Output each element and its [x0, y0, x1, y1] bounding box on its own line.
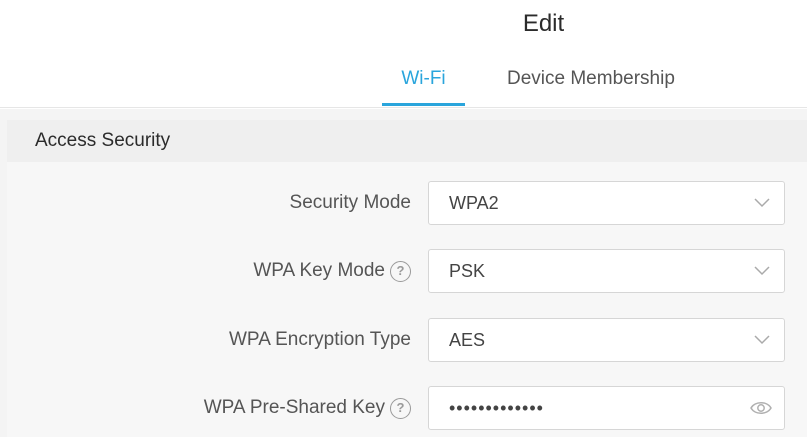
section-title: Access Security	[7, 120, 807, 162]
security-mode-label-text: Security Mode	[289, 192, 411, 213]
security-mode-value: WPA2	[449, 193, 499, 213]
wpa-key-mode-select[interactable]: PSK	[428, 249, 785, 293]
chevron-down-icon	[754, 198, 770, 208]
eye-icon[interactable]	[750, 399, 772, 417]
dialog-header: Edit Wi-Fi Device Membership	[0, 0, 807, 108]
wpa-key-mode-row: WPA Key Mode ? PSK	[7, 249, 807, 293]
wpa-encryption-type-select[interactable]: AES	[428, 318, 785, 362]
password-value: •••••••••••••	[449, 398, 544, 418]
wpa-encryption-type-label-text: WPA Encryption Type	[229, 329, 411, 350]
help-circle-icon[interactable]: ?	[390, 260, 411, 282]
tab-device-membership[interactable]: Device Membership	[507, 66, 675, 106]
wpa-key-mode-label-text: WPA Key Mode	[253, 260, 385, 281]
wpa-encryption-type-value: AES	[449, 330, 486, 350]
chevron-down-icon	[754, 335, 770, 345]
wpa-pre-shared-key-label-text: WPA Pre-Shared Key	[203, 397, 385, 418]
security-mode-row: Security Mode WPA2	[7, 181, 807, 225]
wpa-key-mode-value: PSK	[449, 261, 486, 281]
access-security-section: Access Security Security Mode WPA2 WPA K…	[7, 120, 807, 437]
tab-wifi[interactable]: Wi-Fi	[382, 66, 465, 106]
wpa-pre-shared-key-input[interactable]: •••••••••••••	[428, 386, 785, 430]
wpa-encryption-type-label: WPA Encryption Type	[229, 318, 411, 362]
chevron-down-icon	[754, 266, 770, 276]
help-circle-icon[interactable]: ?	[390, 397, 411, 419]
wpa-encryption-type-row: WPA Encryption Type AES	[7, 318, 807, 362]
dialog-body: Access Security Security Mode WPA2 WPA K…	[0, 109, 807, 437]
security-mode-label: Security Mode	[290, 181, 411, 225]
wpa-key-mode-label: WPA Key Mode ?	[253, 249, 411, 293]
wpa-pre-shared-key-label: WPA Pre-Shared Key ?	[204, 386, 411, 430]
dialog-title: Edit	[522, 10, 565, 37]
tab-bar: Wi-Fi Device Membership	[382, 66, 675, 108]
wpa-pre-shared-key-row: WPA Pre-Shared Key ? •••••••••••••	[7, 386, 807, 430]
security-mode-select[interactable]: WPA2	[428, 181, 785, 225]
